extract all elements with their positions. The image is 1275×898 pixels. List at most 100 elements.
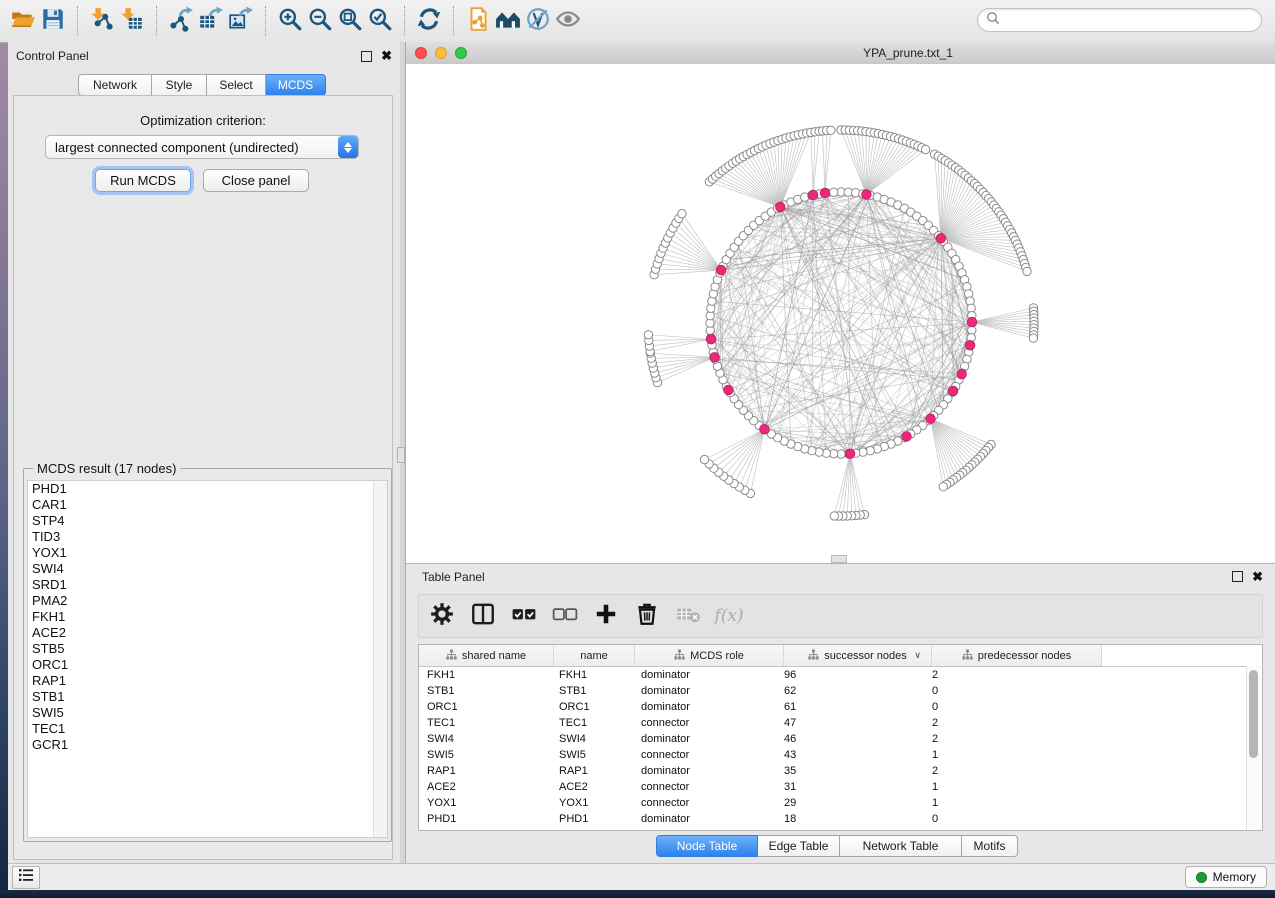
table-cell[interactable]: PHD1 [554, 813, 635, 825]
table-cell[interactable]: 1 [932, 797, 1103, 809]
import-network-button[interactable] [87, 6, 117, 36]
search-field[interactable] [977, 8, 1262, 32]
mcds-result-item[interactable]: FKH1 [28, 609, 387, 625]
table-cell[interactable]: 0 [932, 813, 1103, 825]
network-node[interactable] [644, 331, 652, 339]
table-cell[interactable]: RAP1 [419, 765, 554, 777]
table-cell[interactable]: SWI4 [554, 733, 635, 745]
mcds-result-item[interactable]: SWI4 [28, 561, 387, 577]
mcds-hub-node[interactable] [845, 449, 855, 459]
network-node[interactable] [921, 145, 929, 153]
table-scrollbar-thumb[interactable] [1249, 670, 1258, 758]
eye-button[interactable] [553, 6, 583, 36]
deselect-all-button[interactable] [552, 603, 578, 629]
zoom-in-button[interactable] [275, 6, 305, 36]
share-document-button[interactable] [463, 6, 493, 36]
tab-node-table[interactable]: Node Table [656, 835, 758, 857]
table-cell[interactable]: ACE2 [554, 781, 635, 793]
task-history-button[interactable] [12, 866, 40, 889]
table-cell[interactable]: TEC1 [554, 717, 635, 729]
table-cell[interactable]: 18 [784, 813, 932, 825]
table-cell[interactable]: SWI4 [419, 733, 554, 745]
tab-edge-table[interactable]: Edge Table [758, 835, 840, 857]
zoom-out-button[interactable] [305, 6, 335, 36]
table-cell[interactable]: YOX1 [554, 797, 635, 809]
save-session-button[interactable] [38, 6, 68, 36]
mcds-result-item[interactable]: GCR1 [28, 737, 387, 753]
close-table-panel-icon[interactable]: ✖ [1252, 572, 1263, 582]
tab-network-table[interactable]: Network Table [840, 835, 962, 857]
mcds-result-item[interactable]: TEC1 [28, 721, 387, 737]
mcds-hub-node[interactable] [776, 202, 786, 212]
table-cell[interactable]: 2 [932, 669, 1103, 681]
zoom-selected-button[interactable] [365, 6, 395, 36]
mcds-hub-node[interactable] [862, 190, 872, 200]
table-cell[interactable]: connector [635, 717, 784, 729]
table-row[interactable]: PHD1PHD1dominator180 [419, 811, 1262, 827]
table-cell[interactable]: PHD1 [419, 813, 554, 825]
table-cell[interactable]: dominator [635, 701, 784, 713]
select-all-button[interactable] [511, 603, 537, 629]
zoom-window-icon[interactable] [455, 47, 467, 59]
table-cell[interactable]: dominator [635, 733, 784, 745]
table-cell[interactable]: 2 [932, 717, 1103, 729]
tab-style[interactable]: Style [152, 74, 207, 96]
table-cell[interactable]: 62 [784, 685, 932, 697]
close-panel-button[interactable]: Close panel [203, 169, 309, 192]
mcds-result-item[interactable]: YOX1 [28, 545, 387, 561]
mcds-hub-node[interactable] [902, 432, 912, 442]
table-cell[interactable]: FKH1 [419, 669, 554, 681]
gear-button[interactable] [429, 603, 455, 629]
table-cell[interactable]: connector [635, 797, 784, 809]
table-cell[interactable]: 43 [784, 749, 932, 761]
table-cell[interactable]: 35 [784, 765, 932, 777]
mcds-result-list[interactable]: PHD1CAR1STP4TID3YOX1SWI4SRD1PMA2FKH1ACE2… [27, 480, 388, 838]
table-row[interactable]: SWI5SWI5connector431 [419, 747, 1262, 763]
column-header-successor-nodes[interactable]: successor nodes∨ [784, 645, 932, 666]
mcds-result-item[interactable]: PMA2 [28, 593, 387, 609]
mcds-hub-node[interactable] [808, 190, 818, 200]
close-panel-icon[interactable]: ✖ [381, 51, 392, 61]
criterion-dropdown[interactable]: largest connected component (undirected) [45, 135, 359, 159]
mcds-result-item[interactable]: TID3 [28, 529, 387, 545]
table-cell[interactable]: STB1 [554, 685, 635, 697]
table-cell[interactable]: 96 [784, 669, 932, 681]
export-image-button[interactable] [226, 6, 256, 36]
table-row[interactable]: ORC1ORC1dominator610 [419, 699, 1262, 715]
open-file-button[interactable] [8, 6, 38, 36]
table-cell[interactable]: 1 [932, 749, 1103, 761]
table-cell[interactable]: connector [635, 749, 784, 761]
home-button[interactable] [493, 6, 523, 36]
table-row[interactable]: SWI4SWI4dominator462 [419, 731, 1262, 747]
import-table-button[interactable] [117, 6, 147, 36]
mcds-hub-node[interactable] [965, 341, 975, 351]
mcds-hub-node[interactable] [948, 386, 958, 396]
table-divider-handle[interactable] [831, 555, 847, 563]
table-cell[interactable]: RAP1 [554, 765, 635, 777]
float-table-panel-icon[interactable] [1232, 571, 1243, 582]
table-cell[interactable]: 0 [932, 685, 1103, 697]
network-canvas[interactable] [406, 64, 1275, 563]
table-cell[interactable]: SWI5 [554, 749, 635, 761]
table-cell[interactable]: 1 [932, 781, 1103, 793]
float-panel-icon[interactable] [361, 51, 372, 62]
network-node[interactable] [830, 512, 838, 520]
mcds-hub-node[interactable] [724, 385, 734, 395]
mcds-result-item[interactable]: CAR1 [28, 497, 387, 513]
tab-mcds[interactable]: MCDS [266, 74, 326, 96]
network-node[interactable] [700, 455, 708, 463]
table-cell[interactable]: dominator [635, 685, 784, 697]
refresh-button[interactable] [414, 6, 444, 36]
table-cell[interactable]: SWI5 [419, 749, 554, 761]
network-node[interactable] [1023, 267, 1031, 275]
table-cell[interactable]: 0 [932, 701, 1103, 713]
table-cell[interactable]: dominator [635, 765, 784, 777]
table-cell[interactable]: 29 [784, 797, 932, 809]
column-header-MCDS-role[interactable]: MCDS role [635, 645, 784, 666]
mcds-result-item[interactable]: SRD1 [28, 577, 387, 593]
split-columns-button[interactable] [470, 603, 496, 629]
mcds-result-item[interactable]: STB5 [28, 641, 387, 657]
column-header-shared-name[interactable]: shared name [419, 645, 554, 666]
mcds-result-item[interactable]: STP4 [28, 513, 387, 529]
delete-button[interactable] [634, 603, 660, 629]
